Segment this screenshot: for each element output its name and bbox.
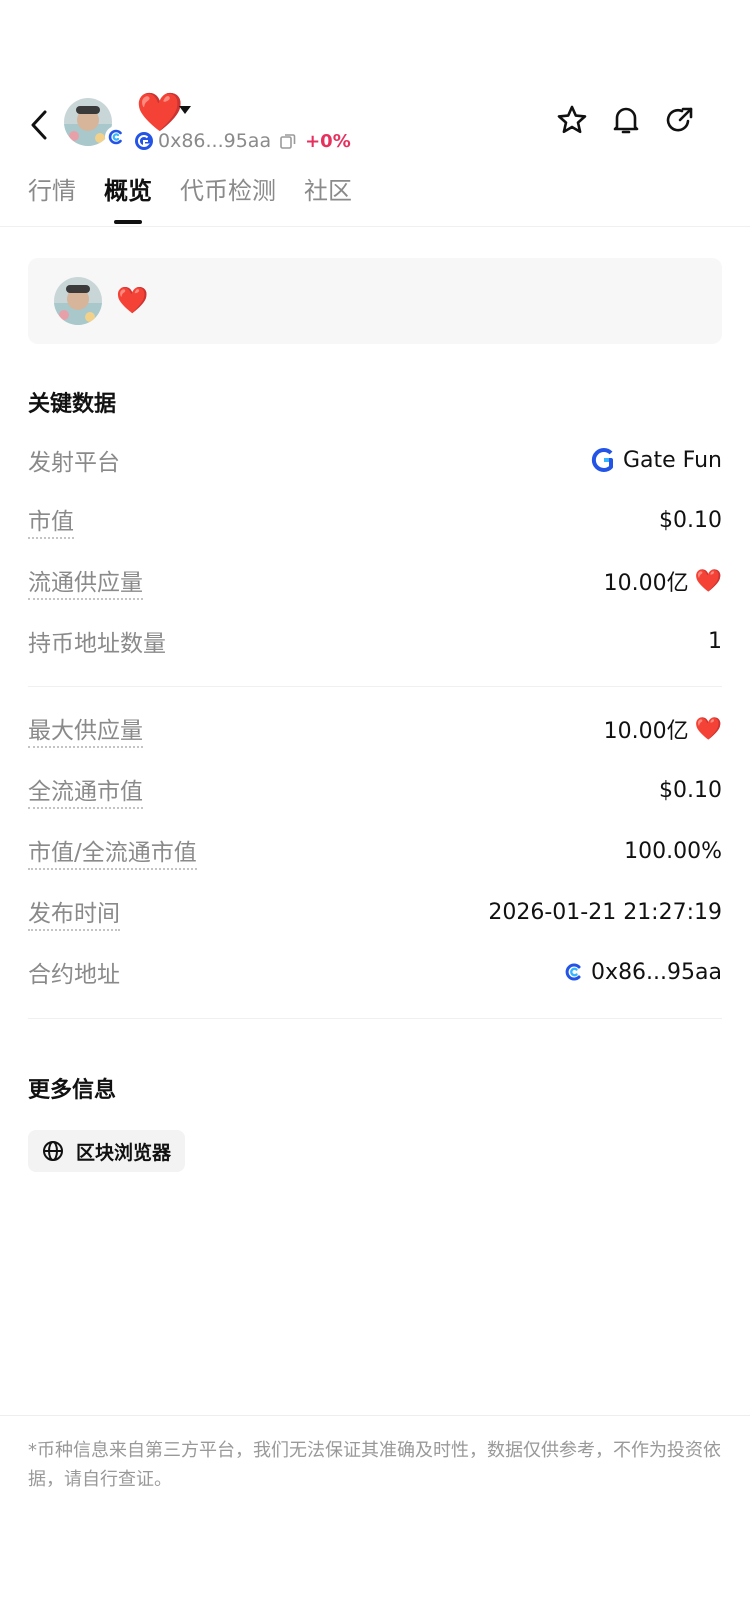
share-icon (666, 107, 693, 132)
row-max-supply: 最大供应量 10.00亿 ❤️ (28, 709, 722, 749)
row-holder-count: 持币地址数量 1 (28, 621, 722, 661)
favorite-button[interactable] (554, 102, 590, 138)
globe-icon (43, 1141, 63, 1161)
row-label[interactable]: 全流通市值 (28, 772, 143, 809)
fdv-value: $0.10 (659, 777, 722, 803)
token-symbol-suffix: ❤️ (694, 716, 722, 742)
contract-address-text: 0x86...95aa (591, 959, 722, 985)
key-data-title: 关键数据 (28, 392, 117, 417)
tab-overview[interactable]: 概览 (104, 174, 152, 224)
launch-time-value: 2026-01-21 21:27:19 (488, 899, 722, 925)
alert-button[interactable] (608, 102, 644, 138)
token-info-card: ❤️ (28, 258, 722, 344)
row-label[interactable]: 最大供应量 (28, 711, 143, 748)
max-supply-value: 10.00亿 ❤️ (604, 713, 722, 745)
tab-bar: 行情 概览 代币检测 社区 (28, 174, 352, 224)
row-label: 合约地址 (28, 962, 120, 988)
tab-market[interactable]: 行情 (28, 174, 76, 208)
supply-amount: 10.00亿 (603, 719, 689, 744)
tab-label: 社区 (304, 177, 352, 205)
row-mcap-fdv-ratio: 市值/全流通市值 100.00% (28, 831, 722, 871)
row-launch-time: 发布时间 2026-01-21 21:27:19 (28, 892, 722, 932)
circulating-supply-value: 10.00亿 ❤️ (604, 565, 722, 597)
tab-token-check[interactable]: 代币检测 (180, 174, 276, 208)
mcap-fdv-ratio-value: 100.00% (624, 838, 722, 864)
copy-address-button[interactable] (279, 132, 297, 150)
divider (28, 686, 722, 687)
copy-icon (280, 134, 296, 149)
contract-address-value[interactable]: 0x86...95aa (563, 960, 722, 985)
star-icon (557, 105, 587, 134)
tab-label: 行情 (28, 177, 76, 205)
divider (0, 226, 750, 227)
more-info-title: 更多信息 (28, 1078, 117, 1103)
contract-address-short: 0x86...95aa (158, 130, 272, 152)
token-symbol-suffix: ❤️ (694, 568, 722, 594)
token-avatar-small (54, 277, 102, 325)
gate-chain-icon (135, 132, 153, 150)
row-label[interactable]: 流通供应量 (28, 563, 143, 600)
row-fdv: 全流通市值 $0.10 (28, 770, 722, 810)
row-launch-platform: 发射平台 Gate Fun (28, 440, 722, 480)
divider (0, 1415, 750, 1416)
divider (28, 1018, 722, 1019)
tab-label: 代币检测 (180, 177, 276, 205)
row-contract-address: 合约地址 0x86...95aa (28, 952, 722, 992)
token-switch-button[interactable] (178, 100, 198, 114)
row-label: 发射平台 (28, 450, 120, 476)
chevron-left-icon (31, 110, 47, 140)
gate-fun-logo-icon (591, 448, 613, 472)
market-cap-value: $0.10 (659, 507, 722, 533)
tab-label: 概览 (104, 177, 152, 205)
back-button[interactable] (22, 100, 56, 150)
block-explorer-button[interactable]: 区块浏览器 (28, 1130, 186, 1172)
row-label[interactable]: 发布时间 (28, 894, 120, 931)
supply-amount: 10.00亿 (603, 571, 689, 596)
token-subtitle-row: 0x86...95aa +0% (134, 128, 351, 154)
chain-icon (565, 963, 581, 981)
caret-down-icon (179, 106, 191, 114)
card-token-symbol: ❤️ (116, 286, 149, 316)
row-label: 持币地址数量 (28, 631, 166, 657)
disclaimer-text: *币种信息来自第三方平台，我们无法保证其准确及时性，数据仅供参考，不作为投资依据… (28, 1440, 721, 1490)
launch-platform-value[interactable]: Gate Fun (591, 447, 722, 473)
bell-icon (613, 107, 639, 134)
chain-badge-icon (105, 126, 127, 148)
launch-platform-name: Gate Fun (622, 447, 722, 473)
share-button[interactable] (662, 102, 698, 138)
row-circulating-supply: 流通供应量 10.00亿 ❤️ (28, 561, 722, 601)
tab-community[interactable]: 社区 (304, 174, 352, 208)
holder-count-value: 1 (708, 628, 722, 654)
block-explorer-label: 区块浏览器 (76, 1141, 172, 1164)
row-market-cap: 市值 $0.10 (28, 500, 722, 540)
active-tab-indicator (114, 220, 142, 224)
row-label[interactable]: 市值/全流通市值 (28, 833, 197, 870)
price-change: +0% (305, 130, 351, 152)
row-label[interactable]: 市值 (28, 502, 74, 539)
